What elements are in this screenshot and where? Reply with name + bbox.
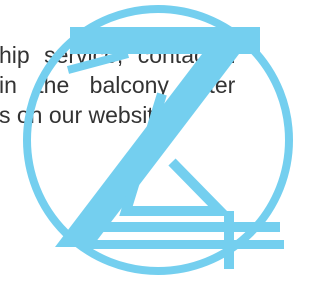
logo-right-stub (224, 211, 234, 269)
logo-bottom-bar (92, 222, 280, 232)
z-monogram-circle-logo-icon (23, 5, 293, 275)
logo-bottom-bar-2 (84, 240, 284, 249)
logo-upper-stroke (66, 50, 130, 74)
logo-top-bar (70, 27, 260, 54)
screenshot-canvas: hip service, contact T in the balcony af… (0, 0, 307, 298)
